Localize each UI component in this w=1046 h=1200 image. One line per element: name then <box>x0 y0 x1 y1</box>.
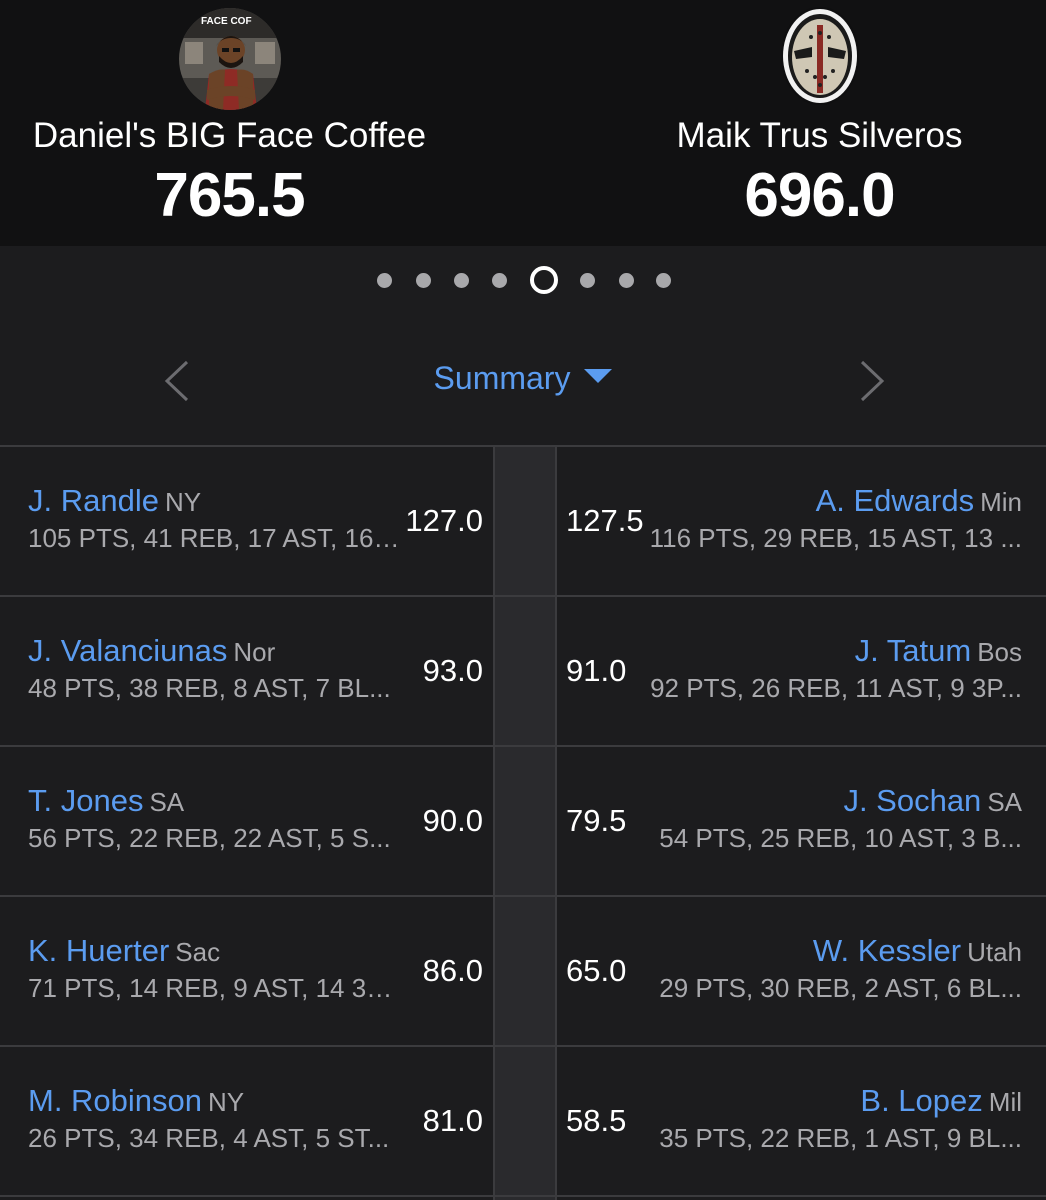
home-player-points: 90.0 <box>422 803 483 838</box>
player-stats: 54 PTS, 25 REB, 10 AST, 3 B... <box>659 823 1022 853</box>
home-team-name: Daniel's BIG Face Coffee <box>32 116 427 155</box>
away-team[interactable]: Maik Trus Silveros 696.0 <box>523 0 1046 246</box>
player-name[interactable]: T. Jones <box>28 783 143 818</box>
matchup-table: J. Randle NY 105 PTS, 41 REB, 17 AST, 16 … <box>0 447 1046 1200</box>
matchup-row: J. Randle NY 105 PTS, 41 REB, 17 AST, 16 … <box>0 447 1046 597</box>
svg-text:FACE COF: FACE COF <box>201 16 252 27</box>
player-name[interactable]: W. Kessler <box>813 933 961 968</box>
player-stats: 71 PTS, 14 REB, 9 AST, 14 3P... <box>28 973 400 1003</box>
home-team-score: 765.5 <box>154 161 305 230</box>
player-stats: 56 PTS, 22 REB, 22 AST, 5 S... <box>28 823 391 853</box>
summary-dropdown[interactable]: Summary <box>0 360 1046 397</box>
away-player-points: 58.5 <box>566 1103 627 1138</box>
player-stats: 35 PTS, 22 REB, 1 AST, 9 BL... <box>659 1123 1022 1153</box>
page-dot[interactable] <box>416 273 431 288</box>
player-name[interactable]: A. Edwards <box>816 483 975 518</box>
caret-down-icon <box>584 369 613 383</box>
player-name[interactable]: J. Randle <box>28 483 159 518</box>
player-team: Min <box>980 487 1022 517</box>
player-team: Utah <box>967 937 1022 967</box>
page-dot[interactable] <box>454 273 469 288</box>
away-player[interactable]: A. Edwards Min 116 PTS, 29 REB, 15 AST, 1… <box>642 483 1022 554</box>
player-team: SA <box>149 787 185 817</box>
player-stats: 48 PTS, 38 REB, 8 AST, 7 BL... <box>28 673 391 703</box>
matchup-header: FACE COF Daniel's BIG Face Coffee 765.5 <box>0 0 1046 246</box>
player-team: NY <box>208 1087 245 1117</box>
away-team-score: 696.0 <box>744 161 895 230</box>
page-dot[interactable] <box>580 273 595 288</box>
player-name[interactable]: B. Lopez <box>860 1083 982 1118</box>
player-team: NY <box>164 487 202 517</box>
summary-label: Summary <box>433 360 571 396</box>
home-player-points: 86.0 <box>422 953 483 988</box>
away-player-points: 65.0 <box>566 953 627 988</box>
player-team: Sac <box>175 937 221 967</box>
home-player[interactable]: J. Valanciunas Nor 48 PTS, 38 REB, 8 AST,… <box>28 633 400 704</box>
away-player-points: 127.5 <box>566 503 644 538</box>
player-name[interactable]: J. Valanciunas <box>28 633 227 668</box>
matchup-row: T. Jones SA 56 PTS, 22 REB, 22 AST, 5 S..… <box>0 747 1046 897</box>
player-name[interactable]: M. Robinson <box>28 1083 202 1118</box>
home-player-points: 127.0 <box>405 503 483 538</box>
page-dot[interactable] <box>656 273 671 288</box>
player-team: Bos <box>977 637 1022 667</box>
away-player-points: 79.5 <box>566 803 627 838</box>
page-dot[interactable] <box>492 273 507 288</box>
barista-avatar[interactable]: FACE COF <box>178 8 281 110</box>
section-nav: Summary <box>0 340 1046 420</box>
page-dot[interactable] <box>619 273 634 288</box>
home-player[interactable]: T. Jones SA 56 PTS, 22 REB, 22 AST, 5 S..… <box>28 783 400 854</box>
home-player-points: 81.0 <box>422 1103 483 1138</box>
player-team: SA <box>987 787 1022 817</box>
player-stats: 105 PTS, 41 REB, 17 AST, 16 ... <box>28 523 400 553</box>
hockey-mask-avatar[interactable] <box>780 7 859 105</box>
chevron-right-icon[interactable] <box>856 360 886 402</box>
player-stats: 26 PTS, 34 REB, 4 AST, 5 ST... <box>28 1123 390 1153</box>
home-player[interactable]: K. Huerter Sac 71 PTS, 14 REB, 9 AST, 14 … <box>28 933 400 1004</box>
player-stats: 29 PTS, 30 REB, 2 AST, 6 BL... <box>659 973 1022 1003</box>
home-player-points: 93.0 <box>422 653 483 688</box>
page-dot[interactable] <box>377 273 392 288</box>
matchup-row: M. Robinson NY 26 PTS, 34 REB, 4 AST, 5 S… <box>0 1047 1046 1197</box>
home-player[interactable]: J. Randle NY 105 PTS, 41 REB, 17 AST, 16 … <box>28 483 400 554</box>
player-stats: 92 PTS, 26 REB, 11 AST, 9 3P... <box>650 673 1022 703</box>
player-name[interactable]: J. Sochan <box>843 783 981 818</box>
away-player[interactable]: J. Sochan SA 54 PTS, 25 REB, 10 AST, 3 B.… <box>642 783 1022 854</box>
player-team: Mil <box>988 1087 1022 1117</box>
player-team: Nor <box>233 637 276 667</box>
page-dot-active[interactable] <box>530 266 558 294</box>
home-team[interactable]: FACE COF Daniel's BIG Face Coffee 765.5 <box>0 0 523 246</box>
player-stats: 116 PTS, 29 REB, 15 AST, 13 ... <box>649 523 1022 553</box>
matchup-row: J. Valanciunas Nor 48 PTS, 38 REB, 8 AST,… <box>0 597 1046 747</box>
page-indicator <box>0 266 1046 294</box>
matchup-row: K. Huerter Sac 71 PTS, 14 REB, 9 AST, 14 … <box>0 897 1046 1047</box>
away-player[interactable]: W. Kessler Utah 29 PTS, 30 REB, 2 AST, 6 … <box>642 933 1022 1004</box>
away-player[interactable]: J. Tatum Bos 92 PTS, 26 REB, 11 AST, 9 3P… <box>642 633 1022 704</box>
home-player[interactable]: M. Robinson NY 26 PTS, 34 REB, 4 AST, 5 S… <box>28 1083 400 1154</box>
player-name[interactable]: J. Tatum <box>855 633 972 668</box>
away-team-name: Maik Trus Silveros <box>676 116 963 155</box>
away-player[interactable]: B. Lopez Mil 35 PTS, 22 REB, 1 AST, 9 BL.… <box>642 1083 1022 1154</box>
away-player-points: 91.0 <box>566 653 627 688</box>
player-name[interactable]: K. Huerter <box>28 933 169 968</box>
row-divider <box>0 1195 1046 1197</box>
